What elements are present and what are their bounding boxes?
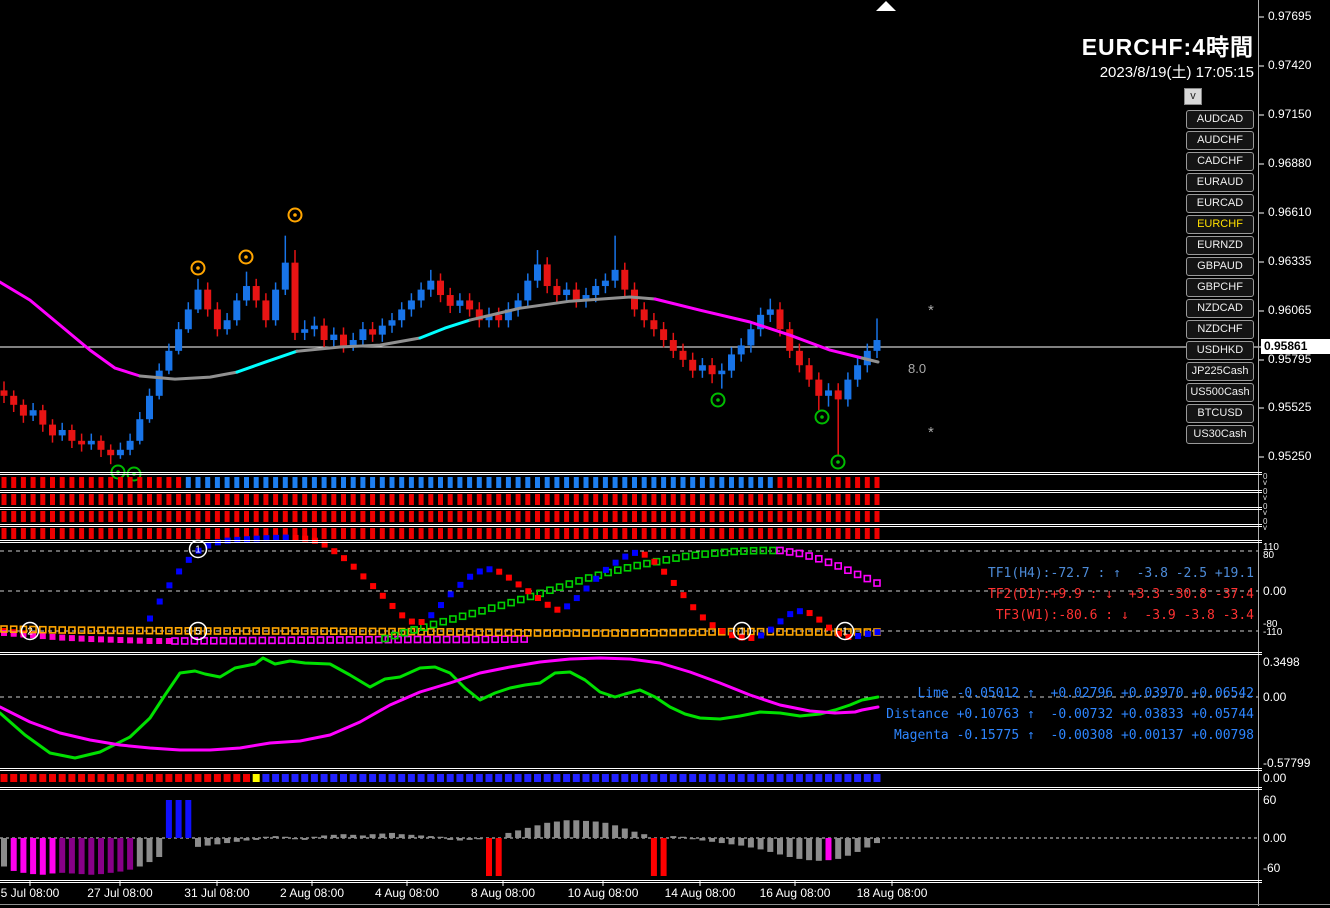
indicator-scale-label: -60 xyxy=(1263,861,1281,875)
price-axis-label: 0.96065 xyxy=(1268,303,1312,317)
symbol-list-toggle-button[interactable]: v xyxy=(1184,88,1202,105)
price-axis-label: 0.97150 xyxy=(1268,107,1312,121)
distance-readout-line: Distance +0.10763 ↑ -0.00732 +0.03833 +0… xyxy=(886,707,1254,722)
indicator-scale-label: 60 xyxy=(1263,793,1277,807)
panel-separator-line xyxy=(0,509,1262,510)
panel-separator-line xyxy=(0,654,1262,655)
price-axis-label: 0.97695 xyxy=(1268,9,1312,23)
tf2-readout-line: TF2(D1):+9.9 : ↓ +3.3 -30.8 -37.4 xyxy=(987,587,1254,602)
symbol-button-JP225Cash[interactable]: JP225Cash xyxy=(1186,362,1254,381)
panel-separator-line xyxy=(0,770,1262,771)
indicator-scale-label: 0.00 xyxy=(1263,690,1287,704)
panel-separator-line xyxy=(0,789,1262,790)
magenta-readout-line: Magenta -0.15775 ↑ -0.00308 +0.00137 +0.… xyxy=(893,728,1254,743)
svg-text:1: 1 xyxy=(739,627,745,638)
symbol-button-US30Cash[interactable]: US30Cash xyxy=(1186,425,1254,444)
symbol-button-AUDCHF[interactable]: AUDCHF xyxy=(1186,131,1254,150)
time-axis-label: 18 Aug 08:00 xyxy=(856,886,928,900)
symbol-button-EURCHF[interactable]: EURCHF xyxy=(1186,215,1254,234)
window-bottom-border xyxy=(0,904,1330,905)
indicator-scale-label: 80 xyxy=(1263,550,1275,561)
chart-timestamp: 2023/8/19(土) 17:05:15 xyxy=(1099,64,1254,81)
tf3-readout-line: TF3(W1):-80.6 : ↓ -3.9 -3.8 -3.4 xyxy=(995,608,1254,623)
panel-separator-line xyxy=(0,472,1262,473)
symbol-button-NZDCAD[interactable]: NZDCAD xyxy=(1186,299,1254,318)
macd-indicator-readout: Lime -0.05012 ↑ +0.02796 +0.03970 +0.065… xyxy=(886,683,1254,746)
indicator-scale-label: 0.00 xyxy=(1263,584,1287,598)
panel-separator-line xyxy=(0,524,1262,525)
chart-canvas[interactable]: 1 2 5 1 1 xyxy=(0,0,1330,908)
symbol-button-AUDCAD[interactable]: AUDCAD xyxy=(1186,110,1254,129)
svg-text:1: 1 xyxy=(842,627,848,638)
indicator-scale-label: -110 xyxy=(1263,627,1283,638)
panel-separator-line xyxy=(0,652,1262,653)
price-axis-label: 0.97420 xyxy=(1268,58,1312,72)
tf1-readout-line: TF1(H4):-72.7 : ↑ -3.8 -2.5 +19.1 xyxy=(987,566,1254,581)
panel-separator-line xyxy=(0,492,1262,493)
indicator-scale-label: v xyxy=(1263,523,1267,532)
time-axis-label: 4 Aug 08:00 xyxy=(374,886,440,900)
lime-readout-line: Lime -0.05012 ↑ +0.02796 +0.03970 +0.065… xyxy=(917,686,1254,701)
indicator-scale-label: v xyxy=(1263,508,1267,517)
indicator-scale-label: v xyxy=(1263,478,1267,487)
price-axis-label: 0.95250 xyxy=(1268,449,1312,463)
time-axis-label: 31 Jul 08:00 xyxy=(184,886,250,900)
time-axis-label: 5 Jul 08:00 xyxy=(0,886,60,900)
page-title: EURCHF:4時間 xyxy=(1081,34,1254,60)
symbol-button-NZDCHF[interactable]: NZDCHF xyxy=(1186,320,1254,339)
panel-separator-line xyxy=(0,474,1262,475)
indicator-scale-label: 0.00 xyxy=(1263,831,1287,845)
upper-asterisk-marker: * xyxy=(928,302,934,319)
lower-asterisk-marker: * xyxy=(928,424,934,441)
price-axis-label: 0.96335 xyxy=(1268,254,1312,268)
price-axis-label: 0.95525 xyxy=(1268,400,1312,414)
symbol-button-GBPAUD[interactable]: GBPAUD xyxy=(1186,257,1254,276)
panel-separator-line xyxy=(0,526,1262,527)
symbol-button-US500Cash[interactable]: US500Cash xyxy=(1186,383,1254,402)
panel-separator-line xyxy=(0,540,1262,541)
panel-separator-line xyxy=(0,768,1262,769)
time-axis-label: 8 Aug 08:00 xyxy=(470,886,536,900)
scroll-to-end-marker-icon[interactable] xyxy=(876,1,896,11)
current-price-badge: 0.95861 xyxy=(1261,339,1330,354)
symbol-button-BTCUSD[interactable]: BTCUSD xyxy=(1186,404,1254,423)
svg-text:2: 2 xyxy=(27,627,33,638)
panel-separator-line xyxy=(0,882,1262,883)
time-axis-label: 14 Aug 08:00 xyxy=(664,886,736,900)
panel-separator-line xyxy=(0,787,1262,788)
symbol-button-EURNZD[interactable]: EURNZD xyxy=(1186,236,1254,255)
symbol-button-EURAUD[interactable]: EURAUD xyxy=(1186,173,1254,192)
time-axis-label: 10 Aug 08:00 xyxy=(567,886,639,900)
symbol-button-CADCHF[interactable]: CADCHF xyxy=(1186,152,1254,171)
tf-indicator-readout: TF1(H4):-72.7 : ↑ -3.8 -2.5 +19.1 TF2(D1… xyxy=(988,563,1254,626)
svg-text:5: 5 xyxy=(195,627,201,638)
indicator-scale-label: -0.57799 xyxy=(1263,756,1311,770)
trading-app-window: 1 2 5 1 1 EURCHF:4時間 2023/8/19(土) 17:05:15 v… xyxy=(0,0,1330,908)
indicator-scale-label: v xyxy=(1263,493,1267,502)
symbol-button-EURCAD[interactable]: EURCAD xyxy=(1186,194,1254,213)
svg-text:1: 1 xyxy=(195,545,201,556)
time-axis-label: 2 Aug 08:00 xyxy=(279,886,345,900)
time-axis-label: 27 Jul 08:00 xyxy=(87,886,153,900)
panel-separator-line xyxy=(0,542,1262,543)
distance-hint-label: 8.0 xyxy=(908,361,927,376)
price-axis-label: 0.95795 xyxy=(1268,352,1312,366)
panel-separator-line xyxy=(0,490,1262,491)
indicator-scale-label: 0.3498 xyxy=(1263,655,1300,669)
time-axis-label: 16 Aug 08:00 xyxy=(759,886,831,900)
symbol-button-GBPCHF[interactable]: GBPCHF xyxy=(1186,278,1254,297)
indicator-scale-label: 0.00 xyxy=(1263,771,1287,785)
price-axis-label: 0.96880 xyxy=(1268,156,1312,170)
panel-separator-line xyxy=(0,880,1262,881)
price-axis-label: 0.96610 xyxy=(1268,205,1312,219)
symbol-button-USDHKD[interactable]: USDHKD xyxy=(1186,341,1254,360)
panel-separator-line xyxy=(0,507,1262,508)
